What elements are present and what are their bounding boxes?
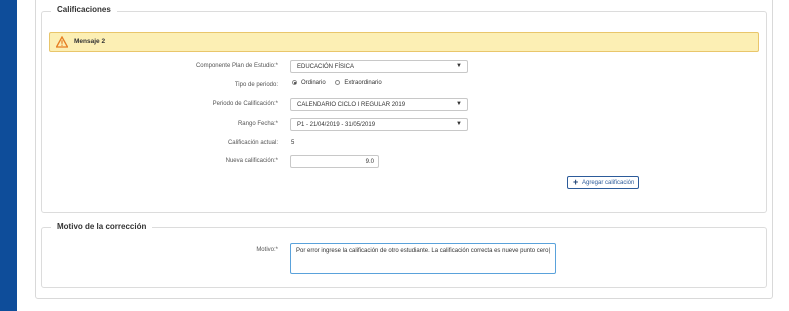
chevron-down-icon: ▼ — [456, 121, 462, 127]
motivo-textarea[interactable]: Por error ingrese la calificación de otr… — [290, 243, 556, 274]
calificacion-actual-value: 5 — [291, 140, 295, 146]
nueva-calificacion-label: Nueva calificación:* — [225, 158, 278, 164]
rango-select[interactable]: P1 - 21/04/2019 - 31/05/2019 ▼ — [290, 118, 468, 131]
warning-text: Mensaje 2 — [74, 38, 106, 45]
radio-ordinario[interactable]: Ordinario — [292, 80, 326, 86]
agregar-calificacion-label: Agregar calificación — [582, 180, 635, 186]
periodo-label: Periodo de Calificación:* — [212, 101, 278, 107]
radio-unselected-icon — [335, 80, 341, 85]
warning-triangle-icon — [56, 36, 68, 48]
radio-selected-icon — [292, 80, 297, 85]
componente-select[interactable]: EDUCACIÓN FÍSICA ▼ — [290, 60, 468, 73]
plus-icon: + — [573, 177, 579, 187]
left-sidebar-strip — [0, 0, 17, 311]
rango-label: Rango Fecha:* — [237, 121, 278, 127]
nueva-calificacion-input[interactable]: 9.0 — [290, 155, 379, 168]
radio-ordinario-label: Ordinario — [301, 80, 326, 87]
tipo-periodo-label: Tipo de periodo: — [234, 82, 278, 88]
tipo-periodo-radio-group: Ordinario Extraordinario — [292, 80, 390, 87]
periodo-value: CALENDARIO CICLO I REGULAR 2019 — [297, 102, 406, 108]
warning-message: Mensaje 2 — [49, 32, 759, 52]
calificaciones-legend: Calificaciones — [51, 5, 117, 14]
chevron-down-icon: ▼ — [456, 101, 462, 107]
componente-value: EDUCACIÓN FÍSICA — [297, 64, 355, 70]
agregar-calificacion-button[interactable]: + Agregar calificación — [567, 176, 639, 189]
chevron-down-icon: ▼ — [456, 63, 462, 69]
radio-extraordinario[interactable]: Extraordinario — [335, 80, 382, 87]
calificacion-actual-label: Calificación actual: — [227, 140, 278, 146]
componente-label: Componente Plan de Estudio:* — [195, 63, 278, 69]
periodo-select[interactable]: CALENDARIO CICLO I REGULAR 2019 ▼ — [290, 98, 468, 111]
rango-value: P1 - 21/04/2019 - 31/05/2019 — [297, 122, 376, 128]
radio-extraordinario-label: Extraordinario — [344, 80, 382, 87]
motivo-legend: Motivo de la corrección — [51, 222, 153, 231]
motivo-label: Motivo:* — [256, 247, 278, 253]
